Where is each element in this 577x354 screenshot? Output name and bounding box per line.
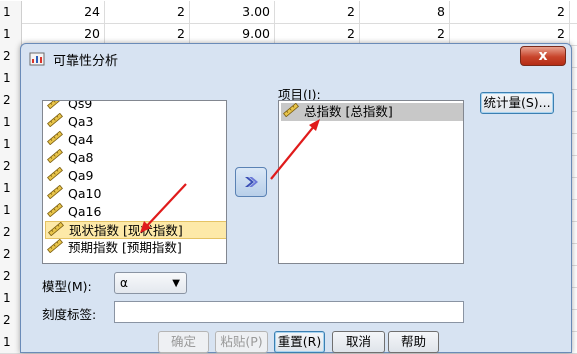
items-list[interactable]: 总指数 [总指数] — [278, 100, 464, 264]
row-number: 1 — [0, 199, 22, 221]
variable-list-item[interactable]: 现状指数 [现状指数] — [45, 221, 226, 241]
variable-list-item[interactable]: Qa10 — [47, 184, 102, 204]
variable-list-item[interactable]: Qa9 — [47, 166, 94, 186]
row-number: 1 — [0, 23, 22, 45]
scale-variable-icon — [48, 221, 64, 241]
variable-name: Qa3 — [68, 114, 94, 129]
row-number: 1 — [0, 67, 22, 89]
items-list-item[interactable]: 总指数 [总指数] — [281, 102, 463, 122]
paste-button[interactable]: 粘贴(P) — [215, 331, 268, 353]
reliability-analysis-icon — [29, 52, 45, 66]
scale-variable-icon — [47, 184, 63, 204]
variable-name: 现状指数 [现状指数] — [69, 223, 183, 238]
row-number: 2 — [0, 309, 22, 331]
variable-name: Qa9 — [68, 168, 94, 183]
move-to-items-button[interactable] — [235, 167, 267, 197]
spreadsheet-row: 1 24 2 3.00 2 8 2 — [0, 1, 577, 24]
row-number: 2 — [0, 155, 22, 177]
dialog-titlebar: 可靠性分析 x — [21, 44, 571, 72]
variable-name: Qa16 — [68, 204, 102, 219]
row-number: 2 — [0, 45, 22, 67]
variable-list[interactable]: 预期指数 [预期指数] 现状指数 [现状指数] Qa16 Qa10 Qa9 Qa8 Qa4 Q… — [42, 100, 227, 264]
variable-list-item[interactable]: Qa8 — [47, 148, 94, 168]
spreadsheet-cell: 2 — [275, 23, 360, 45]
spreadsheet-cell: 2 — [360, 23, 450, 45]
close-icon: x — [538, 48, 548, 64]
spreadsheet-cell: 2 — [450, 23, 570, 45]
spreadsheet-cell: 9.00 — [190, 23, 275, 45]
spreadsheet-cell: 8 — [360, 1, 450, 23]
row-number: 2 — [0, 221, 22, 243]
spreadsheet-cell: 2 — [105, 1, 190, 23]
dialog-title: 可靠性分析 — [53, 54, 119, 69]
scale-variable-icon — [47, 112, 63, 132]
ok-button[interactable]: 确定 — [158, 331, 209, 353]
chevron-down-icon: ▼ — [172, 278, 180, 289]
variable-name: Qa10 — [68, 186, 102, 201]
row-number: 2 — [0, 265, 22, 287]
row-number: 1 — [0, 1, 22, 23]
scale-label-input[interactable] — [114, 301, 464, 323]
spreadsheet-cell: 20 — [22, 23, 105, 45]
model-select-value: α — [120, 276, 128, 290]
row-number: 1 — [0, 177, 22, 199]
spreadsheet-cell: 3.00 — [190, 1, 275, 23]
variable-name: 预期指数 [预期指数] — [68, 240, 182, 255]
scale-variable-icon — [47, 130, 63, 150]
scale-variable-icon — [47, 202, 63, 222]
spreadsheet-cell: 2 — [450, 1, 570, 23]
variable-name: Qa8 — [68, 150, 94, 165]
statistics-button[interactable]: 统计量(S)... — [480, 92, 554, 114]
scale-variable-icon — [47, 148, 63, 168]
arrow-right-icon — [245, 177, 258, 187]
scale-variable-icon — [283, 102, 299, 122]
row-number: 2 — [0, 243, 22, 265]
variable-list-item[interactable]: 预期指数 [预期指数] — [47, 238, 182, 258]
row-number: 1 — [0, 133, 22, 155]
variable-name: Qa4 — [68, 132, 94, 147]
cancel-button[interactable]: 取消 — [332, 331, 385, 353]
model-label: 模型(M): — [42, 279, 92, 294]
scale-variable-icon — [47, 166, 63, 186]
reset-button[interactable]: 重置(R) — [274, 331, 325, 353]
reliability-analysis-dialog: 可靠性分析 x 预期指数 [预期指数] 现状指数 [现状指数] Qa16 Qa10 Qa… — [20, 43, 572, 353]
scale-variable-icon — [47, 238, 63, 258]
help-button[interactable]: 帮助 — [388, 331, 439, 353]
row-number: 2 — [0, 89, 22, 111]
variable-name: Qs9 — [68, 100, 93, 111]
variable-list-item[interactable]: Qs9 — [47, 100, 93, 114]
spreadsheet-cell: 2 — [105, 23, 190, 45]
spreadsheet-cell: 2 — [275, 1, 360, 23]
scale-variable-icon — [47, 101, 63, 114]
item-name: 总指数 [总指数] — [304, 104, 393, 119]
variable-list-item[interactable]: Qa4 — [47, 130, 94, 150]
scale-label-caption: 刻度标签: — [42, 307, 97, 322]
row-number: 1 — [0, 287, 22, 309]
variable-list-item[interactable]: Qa16 — [47, 202, 102, 222]
spreadsheet-cell: 24 — [22, 1, 105, 23]
row-number: 1 — [0, 331, 22, 353]
row-number: 1 — [0, 111, 22, 133]
variable-list-item[interactable]: Qa3 — [47, 112, 94, 132]
close-button[interactable]: x — [520, 46, 566, 66]
model-select[interactable]: α ▼ — [114, 272, 187, 294]
